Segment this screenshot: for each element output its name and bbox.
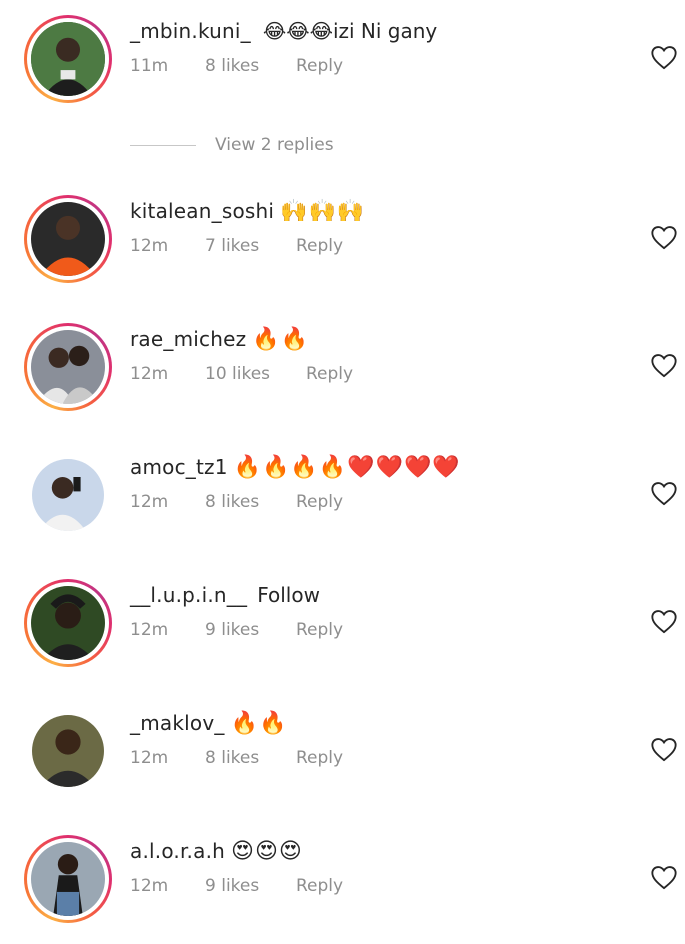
comment-time: 12m — [130, 492, 169, 512]
heart-icon[interactable] — [650, 352, 678, 378]
comment-text: 😍😍😍 — [231, 839, 303, 864]
reply-button[interactable]: Reply — [306, 364, 353, 384]
comment-item: amoc_tz1 🔥🔥🔥🔥❤️❤️❤️❤️ 12m 8 likes Reply — [0, 448, 685, 548]
avatar[interactable] — [24, 579, 112, 667]
comment-likes[interactable]: 9 likes — [205, 876, 259, 896]
reply-button[interactable]: Reply — [296, 56, 343, 76]
comment-likes[interactable]: 8 likes — [205, 56, 259, 76]
comment-username[interactable]: __l.u.p.i.n__ — [130, 583, 247, 607]
comment-time: 12m — [130, 620, 169, 640]
avatar[interactable] — [24, 15, 112, 103]
comment-item: __l.u.p.i.n__ Follow 12m 9 likes Reply — [0, 576, 685, 676]
reply-button[interactable]: Reply — [296, 236, 343, 256]
user-avatar-icon — [31, 586, 105, 660]
comment-username[interactable]: rae_michez — [130, 327, 246, 351]
comment-item: _mbin.kuni_ 😂😂😂izi Ni gany 11m 8 likes Re… — [0, 12, 685, 112]
comment-username[interactable]: _maklov_ — [130, 711, 225, 735]
user-avatar-icon — [32, 715, 104, 787]
comment-time: 12m — [130, 364, 169, 384]
comment-item: a.l.o.r.a.h 😍😍😍 12m 9 likes Reply — [0, 832, 685, 932]
comment-username[interactable]: kitalean_soshi — [130, 199, 274, 223]
avatar[interactable] — [24, 707, 112, 795]
comment-username[interactable]: _mbin.kuni_ — [130, 19, 251, 43]
user-avatar-icon — [31, 330, 105, 404]
avatar[interactable] — [24, 451, 112, 539]
user-avatar-icon — [31, 22, 105, 96]
user-avatar-icon — [31, 842, 105, 916]
comment-text: 🙌🙌🙌 — [280, 199, 366, 224]
comment-username[interactable]: a.l.o.r.a.h — [130, 839, 225, 863]
comment-time: 12m — [130, 876, 169, 896]
heart-icon[interactable] — [650, 864, 678, 890]
heart-icon[interactable] — [650, 480, 678, 506]
divider — [130, 145, 196, 146]
comment-text: 🔥🔥 — [252, 327, 310, 352]
comment-likes[interactable]: 8 likes — [205, 748, 259, 768]
comment-item: rae_michez 🔥🔥 12m 10 likes Reply — [0, 320, 685, 420]
reply-button[interactable]: Reply — [296, 748, 343, 768]
user-avatar-icon — [31, 202, 105, 276]
comment-time: 12m — [130, 748, 169, 768]
heart-icon[interactable] — [650, 224, 678, 250]
comment-username[interactable]: amoc_tz1 — [130, 455, 228, 479]
comment-text: 😂😂😂izi Ni gany — [262, 19, 438, 43]
heart-icon[interactable] — [650, 736, 678, 762]
comment-likes[interactable]: 8 likes — [205, 492, 259, 512]
avatar[interactable] — [24, 323, 112, 411]
avatar[interactable] — [24, 195, 112, 283]
comment-text: 🔥🔥🔥🔥❤️❤️❤️❤️ — [233, 455, 461, 480]
reply-button[interactable]: Reply — [296, 620, 343, 640]
comment-text[interactable]: Follow — [257, 583, 320, 607]
heart-icon[interactable] — [650, 608, 678, 634]
user-avatar-icon — [32, 459, 104, 531]
comment-item: _maklov_ 🔥🔥 12m 8 likes Reply — [0, 704, 685, 804]
reply-button[interactable]: Reply — [296, 876, 343, 896]
comment-time: 12m — [130, 236, 169, 256]
avatar[interactable] — [24, 835, 112, 923]
comment-time: 11m — [130, 56, 169, 76]
comment-likes[interactable]: 9 likes — [205, 620, 259, 640]
reply-button[interactable]: Reply — [296, 492, 343, 512]
view-replies-label[interactable]: View 2 replies — [215, 135, 334, 155]
comment-likes[interactable]: 10 likes — [205, 364, 270, 384]
comment-likes[interactable]: 7 likes — [205, 236, 259, 256]
heart-icon[interactable] — [650, 44, 678, 70]
comment-text: 🔥🔥 — [230, 711, 288, 736]
comment-item: kitalean_soshi 🙌🙌🙌 12m 7 likes Reply — [0, 192, 685, 292]
